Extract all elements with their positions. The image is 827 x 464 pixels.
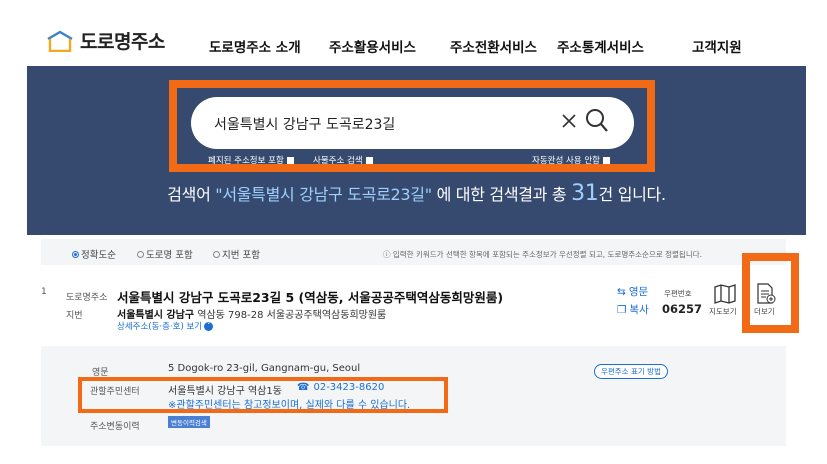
search-icon[interactable] [585,108,609,138]
site-logo[interactable]: 도로명주소 [46,27,165,54]
summary-suffix: 건 입니다. [598,185,666,204]
nav-support[interactable]: 고객지원 [692,36,742,56]
postcode-value: 06257 [662,302,703,316]
jibun-address-rest: 역삼동 798-28 서울공공주택역삼동희망원룸 [194,310,387,321]
chevron-down-icon: ˅ [204,321,214,331]
community-center-note: ※관할주민센터는 참고정보이며, 실제와 다를 수 있습니다. [168,400,411,411]
nav-utilization[interactable]: 주소활용서비스 [329,36,416,56]
logo-text: 도로명주소 [80,31,165,53]
summary-middle: 에 대한 검색결과 총 [431,185,572,204]
abolished-option-label: 폐지된 주소정보 포함 [208,156,284,166]
business-option[interactable]: 사물주소 검색 [313,154,373,166]
autocomplete-option[interactable]: 자동완성 사용 안함 [532,154,610,166]
nav-intro[interactable]: 도로명주소 소개 [209,36,301,56]
sort-road-label: 도로명 포함 [146,250,193,261]
autocomplete-checkbox[interactable] [602,156,610,164]
sort-accuracy-label: 정확도순 [81,250,116,261]
sort-jibun-label: 지번 포함 [222,250,260,261]
road-address-label: 도로명주소 [66,293,108,303]
clear-icon[interactable] [561,113,577,133]
house-logo-icon [46,30,74,52]
summary-prefix: 검색어 [167,185,216,204]
sort-info-text: ⓘ 입력한 키워드가 선택한 항목에 포함되는 주소정보가 우선정렬 되고, 도… [383,250,703,259]
nav-statistics[interactable]: 주소통계서비스 [557,36,644,56]
phone-icon: ☎ [297,382,310,393]
sort-accuracy[interactable]: 정확도순 [72,247,116,261]
sort-road[interactable]: 도로명 포함 [137,247,193,261]
address-history-label: 주소변동이력 [90,422,140,432]
copy-icon: ❐ [617,303,627,316]
more-label[interactable]: 더보기 [754,306,775,317]
swap-icon: ⇆ [617,285,626,298]
result-count: 31 [571,181,599,206]
jibun-address: 서울특별시 강남구 역삼동 798-28 서울공공주택역삼동희망원룸 [117,306,386,321]
radio-icon[interactable] [213,250,220,258]
nav-conversion[interactable]: 주소전환서비스 [450,36,537,56]
copy-button-label: 복사 [629,304,649,316]
postcode-label: 우편번호 [664,289,692,298]
map-view-label[interactable]: 지도보기 [709,306,737,317]
community-center-value: 서울특별시 강남구 역삼1동 [168,386,282,397]
business-checkbox[interactable] [365,156,373,164]
copy-button[interactable]: ❐ 복사 [617,302,649,317]
abolished-checkbox[interactable] [286,156,294,164]
postal-format-button[interactable]: 우편주소 표기 방법 [594,364,668,379]
english-address-value: 5 Dogok-ro 23-gil, Gangnam-gu, Seoul [168,363,361,374]
detail-address-link[interactable]: 상세주소(동·층·호) 보기 ˅ [117,320,214,332]
business-option-label: 사물주소 검색 [313,156,363,166]
radio-icon[interactable] [137,250,144,258]
history-search-button[interactable]: 변동이력검색 [168,416,210,428]
search-input-value[interactable]: 서울특별시 강남구 도곡로23길 [214,114,395,134]
abolished-option[interactable]: 폐지된 주소정보 포함 [208,154,294,166]
jibun-label: 지번 [66,311,83,321]
result-index: 1 [41,287,47,297]
sort-jibun[interactable]: 지번 포함 [213,247,260,261]
result-summary: 검색어 "서울특별시 강남구 도곡로23길" 에 대한 검색결과 총 31건 입… [27,181,806,206]
community-center-phone-number: 02-3423-8620 [313,382,385,393]
community-center-phone: ☎ 02-3423-8620 [297,382,384,393]
english-button[interactable]: ⇆ 영문 [617,284,648,299]
english-button-label: 영문 [628,286,649,298]
radio-selected-icon[interactable] [72,250,79,258]
road-address: 서울특별시 강남구 도곡로23길 5 (역삼동, 서울공공주택역삼동희망원룸) [117,290,504,305]
community-center-label: 관할주민센터 [90,387,140,397]
summary-keyword: "서울특별시 강남구 도곡로23길" [215,185,432,204]
detail-address-link-label: 상세주소(동·층·호) 보기 [117,322,203,332]
autocomplete-option-label: 자동완성 사용 안함 [532,156,600,166]
